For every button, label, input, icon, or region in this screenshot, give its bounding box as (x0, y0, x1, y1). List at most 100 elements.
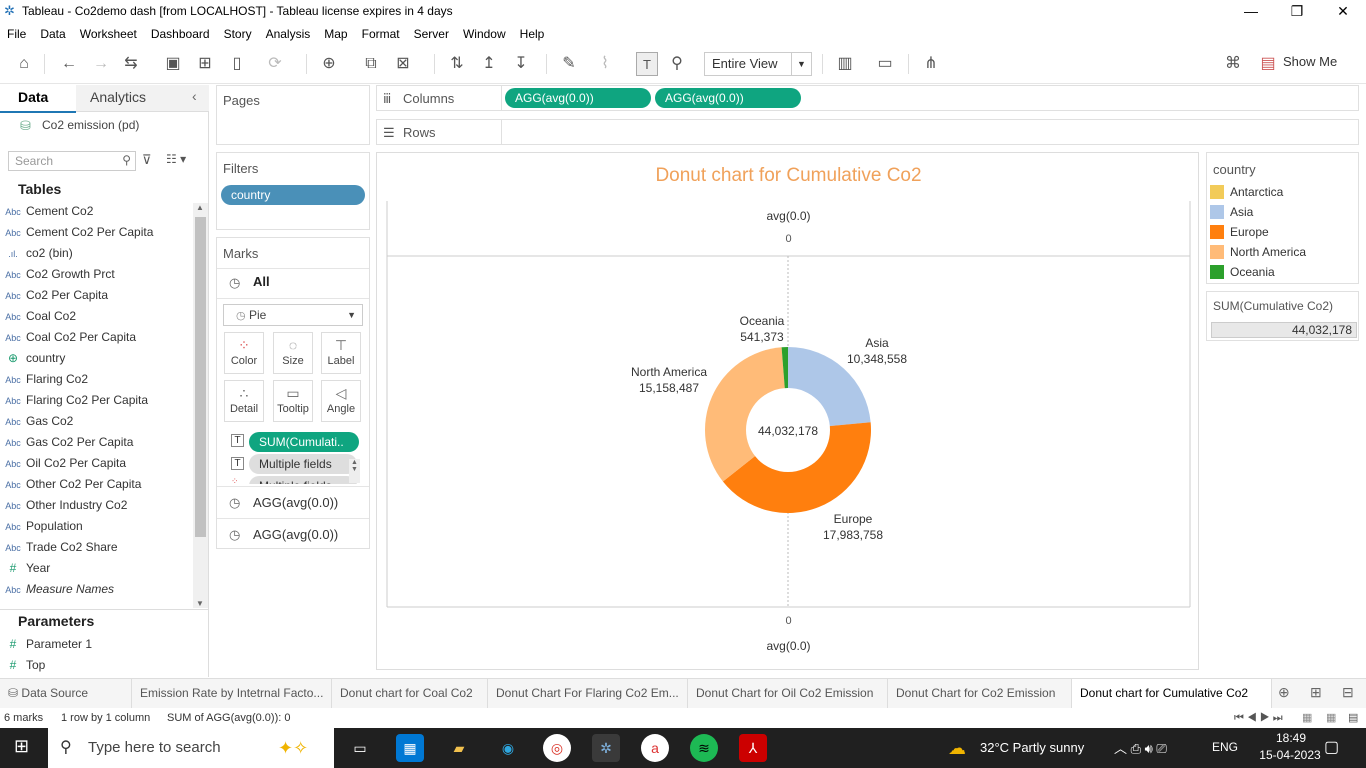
new-datasource-icon[interactable]: ⊞ (194, 52, 216, 76)
columns-pill-2[interactable]: AGG(avg(0.0)) (655, 88, 801, 108)
legend-item-oceania[interactable]: Oceania (1210, 262, 1275, 282)
fields-scrollbar[interactable]: ▲ ▼ (193, 203, 208, 608)
swap-icon[interactable]: ⇆ (120, 52, 142, 76)
file-explorer-icon[interactable]: ▰ (445, 734, 473, 762)
marks-agg-row-1[interactable]: AGG(avg(0.0)) (253, 495, 338, 510)
field-country[interactable]: ⊕ country (8, 348, 212, 369)
menu-dashboard[interactable]: Dashboard (144, 24, 217, 44)
legend-item-north-america[interactable]: North America (1210, 242, 1306, 262)
tab-coal-co2[interactable]: Donut chart for Coal Co2 (332, 679, 488, 708)
sort-descending-icon[interactable]: ↧ (510, 52, 532, 76)
menu-help[interactable]: Help (513, 24, 552, 44)
legend-item-asia[interactable]: Asia (1210, 202, 1253, 222)
angle-card[interactable]: ◁ Angle (321, 380, 361, 422)
field-other-industry-co2[interactable]: Abc Other Industry Co2 (5, 495, 212, 516)
cards-icon[interactable]: ▥ (834, 52, 856, 76)
tab-data[interactable]: Data (18, 89, 48, 105)
color-card[interactable]: ⁘ Color (224, 332, 264, 374)
filters-shelf[interactable]: Filters country (216, 152, 370, 230)
field-co2-bin[interactable]: .ıl. co2 (bin) (8, 243, 212, 264)
pause-updates-icon[interactable]: ▯ (226, 52, 248, 76)
view-options-icon[interactable]: ☷ ▾ (166, 152, 186, 166)
store-icon[interactable]: ▦ (396, 734, 424, 762)
menu-server[interactable]: Server (407, 24, 456, 44)
clock-date[interactable]: 15-04-2023 (1250, 748, 1330, 762)
parameter-top[interactable]: # Top (10, 655, 212, 676)
field-cement-co2[interactable]: Abc Cement Co2 (5, 201, 212, 222)
scroll-up-icon[interactable]: ▲ (196, 203, 204, 212)
chrome-icon[interactable]: ◎ (543, 734, 571, 762)
field-year[interactable]: # Year (10, 558, 212, 579)
new-worksheet-icon[interactable]: ⊕ (318, 52, 340, 76)
columns-shelf[interactable]: ⅲ Columns AGG(avg(0.0)) AGG(avg(0.0)) (376, 85, 1359, 111)
app-icon[interactable]: a (641, 734, 669, 762)
field-coal-co2[interactable]: Abc Coal Co2 (5, 306, 212, 327)
tab-emission-rate[interactable]: Emission Rate by Intetrnal Facto... (132, 679, 332, 708)
field-cement-co2-per-capita[interactable]: Abc Cement Co2 Per Capita (5, 222, 212, 243)
field-gas-co2-per-capita[interactable]: Abc Gas Co2 Per Capita (5, 432, 212, 453)
windows-start-icon[interactable]: ⊞ (14, 736, 29, 757)
search-input[interactable]: Search ⚲ (8, 151, 136, 171)
field-flaring-co2-per-capita[interactable]: Abc Flaring Co2 Per Capita (5, 390, 212, 411)
undo-icon[interactable]: ← (58, 52, 80, 76)
swap-rows-columns-icon[interactable]: ⇅ (446, 52, 468, 76)
tab-data-source[interactable]: ⛁ Data Source (0, 679, 132, 708)
clear-sheet-icon[interactable]: ⊠ (392, 52, 414, 76)
field-co2-per-capita[interactable]: Abc Co2 Per Capita (5, 285, 212, 306)
duplicate-sheet-icon[interactable]: ⧉ (360, 52, 382, 76)
menu-worksheet[interactable]: Worksheet (73, 24, 144, 44)
tableau-taskbar-icon[interactable]: ✲ (592, 734, 620, 762)
filter-icon[interactable]: ⊽ (142, 152, 152, 168)
collapse-icon[interactable]: ‹ (192, 88, 197, 104)
pages-shelf[interactable]: Pages (216, 85, 370, 145)
show-me-button[interactable]: Show Me (1283, 54, 1337, 69)
format-painter-icon[interactable]: ⌘ (1222, 52, 1244, 76)
tab-flaring-co2[interactable]: Donut Chart For Flaring Co2 Em... (488, 679, 688, 708)
marks-agg-row-2[interactable]: AGG(avg(0.0)) (253, 527, 338, 542)
rows-shelf[interactable]: ☰ Rows (376, 119, 1359, 145)
menu-map[interactable]: Map (317, 24, 354, 44)
legend-item-europe[interactable]: Europe (1210, 222, 1269, 242)
legend-item-antarctica[interactable]: Antarctica (1210, 182, 1283, 202)
new-dashboard-icon[interactable]: ⊞ (1310, 684, 1322, 701)
restore-button[interactable]: ❐ (1274, 0, 1320, 24)
menu-analysis[interactable]: Analysis (259, 24, 318, 44)
marks-all-label[interactable]: All (253, 274, 270, 289)
field-co2-growth-prct[interactable]: Abc Co2 Growth Prct (5, 264, 212, 285)
minimize-button[interactable]: — (1228, 0, 1274, 24)
filmstrip-icon[interactable]: ▦ (1326, 708, 1336, 728)
notifications-icon[interactable]: ▢ (1324, 737, 1339, 757)
tab-oil-co2[interactable]: Donut Chart for Oil Co2 Emission (688, 679, 888, 708)
close-button[interactable]: ✕ (1320, 0, 1366, 24)
tooltip-card[interactable]: ▭ Tooltip (273, 380, 313, 422)
menu-data[interactable]: Data (33, 24, 72, 44)
spotify-icon[interactable]: ≋ (690, 734, 718, 762)
clock-time[interactable]: 18:49 (1266, 731, 1316, 745)
share-icon[interactable]: ⋔ (920, 52, 942, 76)
menu-file[interactable]: File (0, 24, 33, 44)
label-card[interactable]: ⊤ Label (321, 332, 361, 374)
mark-pill-multiple-fields[interactable]: Multiple fields (249, 454, 357, 474)
tray-icons[interactable]: ︿ ⎙ 🔊︎ ⎚ (1114, 738, 1167, 757)
field-gas-co2[interactable]: Abc Gas Co2 (5, 411, 212, 432)
taskbar-search-input[interactable]: ⚲ Type here to search ✦✧ (48, 728, 334, 768)
parameter-parameter-1[interactable]: # Parameter 1 (10, 634, 212, 655)
sheet-nav-icons[interactable]: ⏮ ◀ ▶ ⏭ (1234, 708, 1283, 728)
task-view-icon[interactable]: ▭ (346, 734, 374, 762)
field-trade-co2-share[interactable]: Abc Trade Co2 Share (5, 537, 212, 558)
edge-icon[interactable]: ◉ (494, 734, 522, 762)
language-indicator[interactable]: ENG (1212, 740, 1238, 754)
new-worksheet-icon[interactable]: ⊕ (1278, 684, 1290, 701)
field-coal-co2-per-capita[interactable]: Abc Coal Co2 Per Capita (5, 327, 212, 348)
menu-format[interactable]: Format (355, 24, 407, 44)
field-flaring-co2[interactable]: Abc Flaring Co2 (5, 369, 212, 390)
save-icon[interactable]: ▣ (162, 52, 184, 76)
sort-ascending-icon[interactable]: ↥ (478, 52, 500, 76)
refresh-icon[interactable]: ⟳ (264, 52, 286, 76)
tabs-view-icon[interactable]: ▤ (1348, 708, 1358, 728)
detail-card[interactable]: ∴ Detail (224, 380, 264, 422)
mark-pill-multiple-fields-2[interactable]: Multiple fields (249, 476, 357, 484)
size-card[interactable]: ◌ Size (273, 332, 313, 374)
show-mark-labels-icon[interactable]: T (636, 52, 658, 76)
datasource-name[interactable]: Co2 emission (pd) (42, 118, 139, 132)
